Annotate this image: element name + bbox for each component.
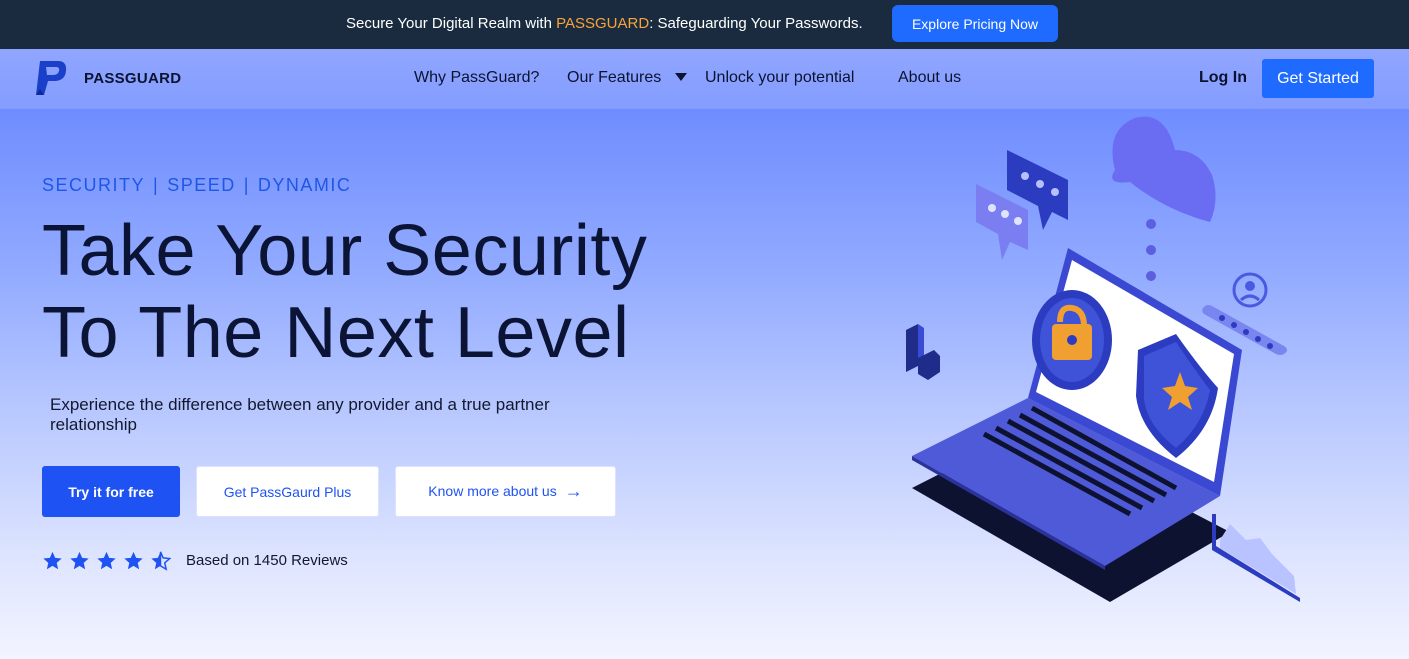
rating-stars [41, 550, 172, 572]
star-icon [70, 551, 89, 570]
chevron-down-icon[interactable] [675, 73, 687, 81]
get-started-button[interactable]: Get Started [1262, 59, 1374, 98]
cloud-icon [1112, 116, 1216, 222]
star-icon [43, 551, 62, 570]
tagline-security: SECURITY [42, 175, 146, 195]
tagline-dynamic: DYNAMIC [257, 175, 352, 195]
logo-text[interactable]: PASSGUARD [84, 70, 181, 87]
nav-about-us[interactable]: About us [898, 69, 961, 87]
try-free-button[interactable]: Try it for free [42, 466, 180, 517]
hero-subtext: Experience the difference between any pr… [50, 395, 550, 434]
get-plus-button[interactable]: Get PassGaurd Plus [196, 466, 379, 517]
explore-pricing-button[interactable]: Explore Pricing Now [892, 5, 1058, 42]
login-link[interactable]: Log In [1199, 69, 1247, 87]
hero-headline: Take Your Security To The Next Level [42, 211, 648, 373]
star-icon [97, 551, 116, 570]
nav-unlock-potential[interactable]: Unlock your potential [705, 69, 854, 87]
security-laptop-illustration [906, 116, 1300, 602]
nav-our-features[interactable]: Our Features [567, 69, 661, 87]
announcement-brand: PASSGUARD [556, 15, 650, 32]
nav-why-passguard[interactable]: Why PassGuard? [414, 69, 539, 87]
reviews-count: Based on 1450 Reviews [186, 552, 348, 569]
tagline-speed: SPEED [167, 175, 236, 195]
logo-icon[interactable] [34, 59, 68, 97]
hero-tagline: SECURITY | SPEED | DYNAMIC [42, 175, 352, 195]
announcement-text: Secure Your Digital Realm with PASSGUARD… [346, 15, 863, 32]
know-more-button[interactable]: Know more about us → [395, 466, 616, 517]
star-icon [124, 551, 143, 570]
star-half-icon [151, 551, 172, 571]
announcement-bar: Secure Your Digital Realm with PASSGUARD… [0, 0, 1409, 49]
arrow-right-icon: → [564, 481, 583, 501]
